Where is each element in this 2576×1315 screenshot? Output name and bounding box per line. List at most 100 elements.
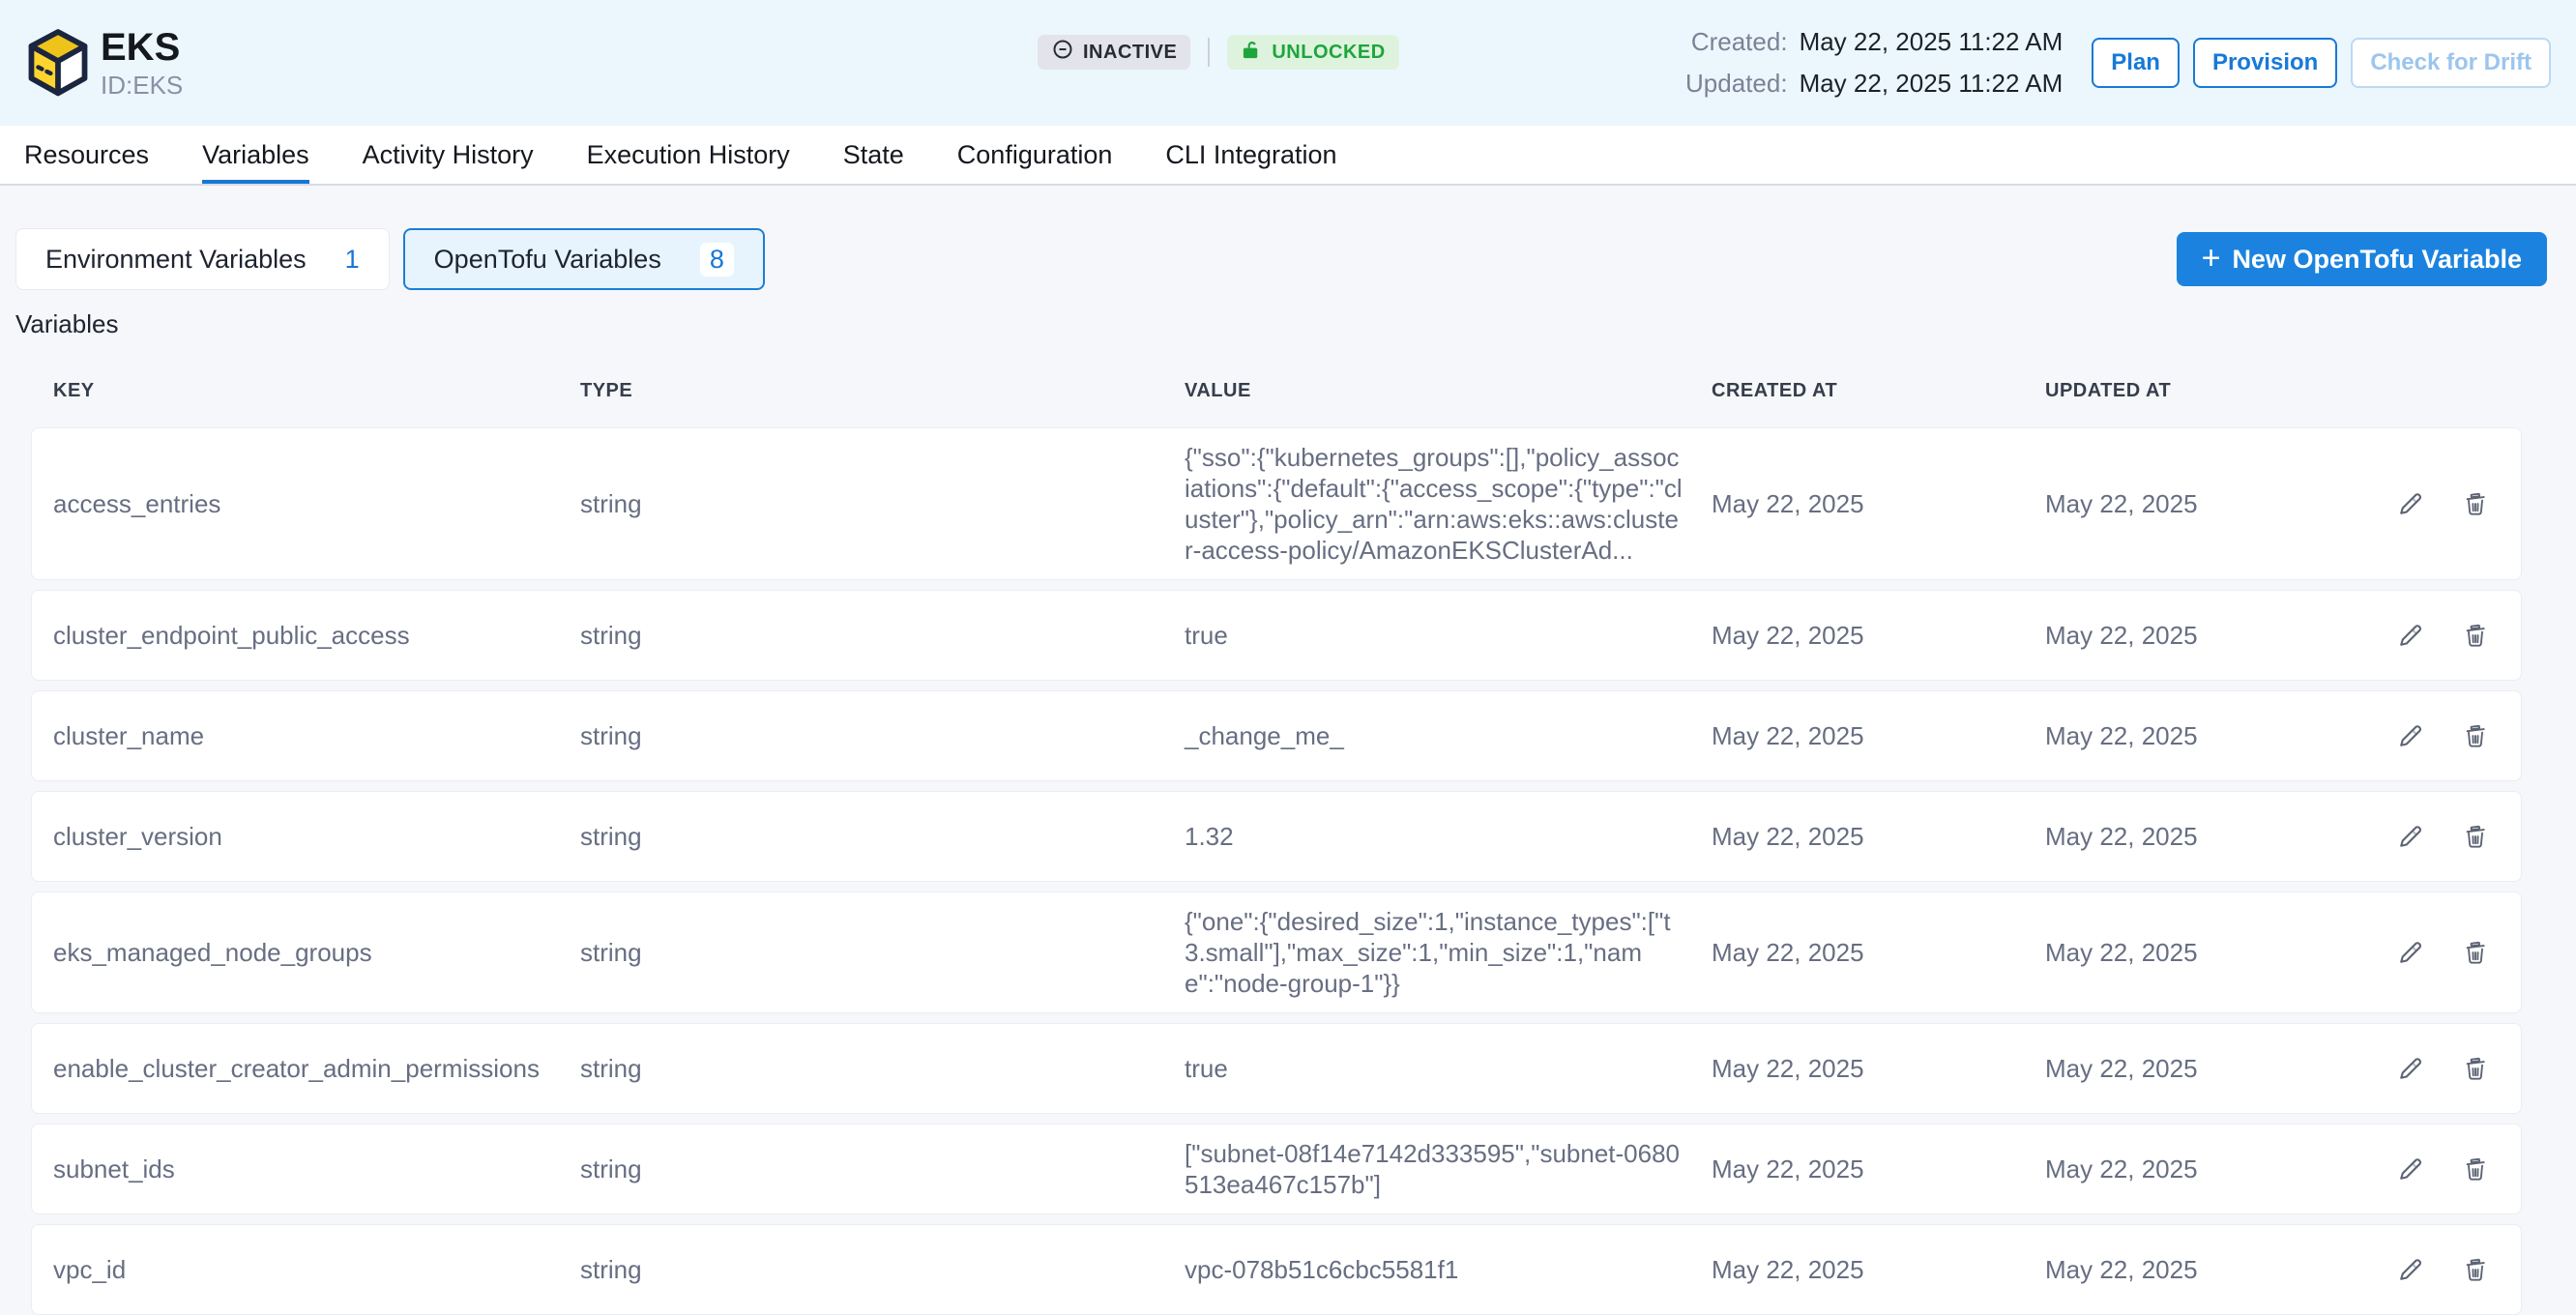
delete-variable-button[interactable] [2462, 1155, 2489, 1183]
unlock-icon [1241, 39, 1263, 67]
check-for-drift-button[interactable]: Check for Drift [2351, 38, 2551, 88]
edit-variable-button[interactable] [2396, 822, 2425, 851]
variable-updated-at: May 22, 2025 [2045, 1154, 2379, 1184]
variable-value: vpc-078b51c6cbc5581f1 [1185, 1254, 1712, 1285]
variable-updated-at: May 22, 2025 [2045, 620, 2379, 651]
variable-key: cluster_endpoint_public_access [53, 620, 580, 651]
table-header: KEY TYPE VALUE CREATED AT UPDATED AT [31, 380, 2522, 402]
timestamps: Created: May 22, 2025 11:22 AM Updated: … [1685, 27, 2063, 99]
table-row: vpc_id string vpc-078b51c6cbc5581f1 May … [31, 1224, 2522, 1315]
variable-created-at: May 22, 2025 [1712, 821, 2045, 852]
variable-created-at: May 22, 2025 [1712, 1053, 2045, 1084]
tab-variables[interactable]: Variables [202, 126, 309, 184]
variable-updated-at: May 22, 2025 [2045, 488, 2379, 519]
variable-key: cluster_version [53, 821, 580, 852]
workspace-id: ID:EKS [101, 71, 183, 100]
variable-updated-at: May 22, 2025 [2045, 1053, 2379, 1084]
pencil-icon [2396, 1054, 2425, 1083]
delete-variable-button[interactable] [2462, 1055, 2489, 1082]
status-badges: INACTIVE UNLOCKED [1038, 35, 1399, 70]
variable-type: string [580, 1053, 1185, 1084]
pencil-icon [2396, 1255, 2425, 1284]
subtab-environment-variables[interactable]: Environment Variables 1 [15, 228, 390, 290]
updated-label: Updated: [1685, 69, 1788, 99]
variable-value: _change_me_ [1185, 720, 1712, 751]
edit-variable-button[interactable] [2396, 1154, 2425, 1184]
variable-updated-at: May 22, 2025 [2045, 720, 2379, 751]
edit-variable-button[interactable] [2396, 721, 2425, 750]
subtab-opentofu-variables[interactable]: OpenTofu Variables 8 [403, 228, 765, 290]
column-header-key: KEY [53, 380, 580, 402]
variable-created-at: May 22, 2025 [1712, 488, 2045, 519]
pencil-icon [2396, 938, 2425, 967]
trash-icon [2462, 939, 2489, 966]
variable-created-at: May 22, 2025 [1712, 1154, 2045, 1184]
table-row: access_entries string {"sso":{"kubernete… [31, 427, 2522, 580]
section-title: Variables [15, 309, 2522, 339]
created-label: Created: [1685, 27, 1788, 57]
variable-value: {"sso":{"kubernetes_groups":[],"policy_a… [1185, 442, 1712, 566]
trash-icon [2462, 1155, 2489, 1183]
trash-icon [2462, 622, 2489, 649]
table-row: cluster_endpoint_public_access string tr… [31, 590, 2522, 681]
variable-updated-at: May 22, 2025 [2045, 1254, 2379, 1285]
opentofu-variables-count: 8 [700, 243, 734, 277]
pencil-icon [2396, 489, 2425, 518]
delete-variable-button[interactable] [2462, 1256, 2489, 1283]
variable-key: cluster_name [53, 720, 580, 751]
edit-variable-button[interactable] [2396, 621, 2425, 650]
variable-value: true [1185, 1053, 1712, 1084]
trash-icon [2462, 722, 2489, 749]
table-row: cluster_name string _change_me_ May 22, … [31, 690, 2522, 781]
trash-icon [2462, 1256, 2489, 1283]
badge-divider [1208, 38, 1210, 67]
tab-configuration[interactable]: Configuration [957, 126, 1113, 184]
variable-key: enable_cluster_creator_admin_permissions [53, 1053, 580, 1084]
delete-variable-button[interactable] [2462, 622, 2489, 649]
pencil-icon [2396, 822, 2425, 851]
plus-icon: + [2202, 242, 2221, 275]
trash-icon [2462, 1055, 2489, 1082]
plan-button[interactable]: Plan [2092, 38, 2180, 88]
column-header-updated-at: UPDATED AT [2045, 380, 2379, 402]
variable-type: string [580, 488, 1185, 519]
variable-type: string [580, 1154, 1185, 1184]
table-row: subnet_ids string ["subnet-08f14e7142d33… [31, 1124, 2522, 1214]
tab-resources[interactable]: Resources [24, 126, 149, 184]
page-title: EKS [101, 26, 183, 69]
table-row: eks_managed_node_groups string {"one":{"… [31, 891, 2522, 1013]
variable-created-at: May 22, 2025 [1712, 937, 2045, 968]
tab-cli-integration[interactable]: CLI Integration [1165, 126, 1336, 184]
variable-value: true [1185, 620, 1712, 651]
variable-type: string [580, 1254, 1185, 1285]
variable-type: string [580, 620, 1185, 651]
updated-value: May 22, 2025 11:22 AM [1800, 69, 2064, 99]
delete-variable-button[interactable] [2462, 722, 2489, 749]
table-row: cluster_version string 1.32 May 22, 2025… [31, 791, 2522, 882]
variable-value: ["subnet-08f14e7142d333595","subnet-0680… [1185, 1138, 1712, 1200]
edit-variable-button[interactable] [2396, 1054, 2425, 1083]
workspace-tab-bar: Resources Variables Activity History Exe… [0, 126, 2576, 186]
trash-icon [2462, 490, 2489, 517]
tab-activity-history[interactable]: Activity History [363, 126, 534, 184]
tab-state[interactable]: State [843, 126, 904, 184]
tab-execution-history[interactable]: Execution History [587, 126, 790, 184]
variable-value: {"one":{"desired_size":1,"instance_types… [1185, 906, 1712, 999]
variable-created-at: May 22, 2025 [1712, 720, 2045, 751]
variable-value: 1.32 [1185, 821, 1712, 852]
variable-type: string [580, 821, 1185, 852]
provision-button[interactable]: Provision [2193, 38, 2337, 88]
delete-variable-button[interactable] [2462, 823, 2489, 850]
edit-variable-button[interactable] [2396, 938, 2425, 967]
status-badge: INACTIVE [1038, 35, 1190, 70]
variable-key: vpc_id [53, 1254, 580, 1285]
edit-variable-button[interactable] [2396, 489, 2425, 518]
variable-created-at: May 22, 2025 [1712, 620, 2045, 651]
variable-updated-at: May 22, 2025 [2045, 821, 2379, 852]
edit-variable-button[interactable] [2396, 1255, 2425, 1284]
variable-updated-at: May 22, 2025 [2045, 937, 2379, 968]
delete-variable-button[interactable] [2462, 490, 2489, 517]
column-header-value: VALUE [1185, 380, 1712, 402]
delete-variable-button[interactable] [2462, 939, 2489, 966]
new-opentofu-variable-button[interactable]: + New OpenTofu Variable [2177, 232, 2547, 286]
